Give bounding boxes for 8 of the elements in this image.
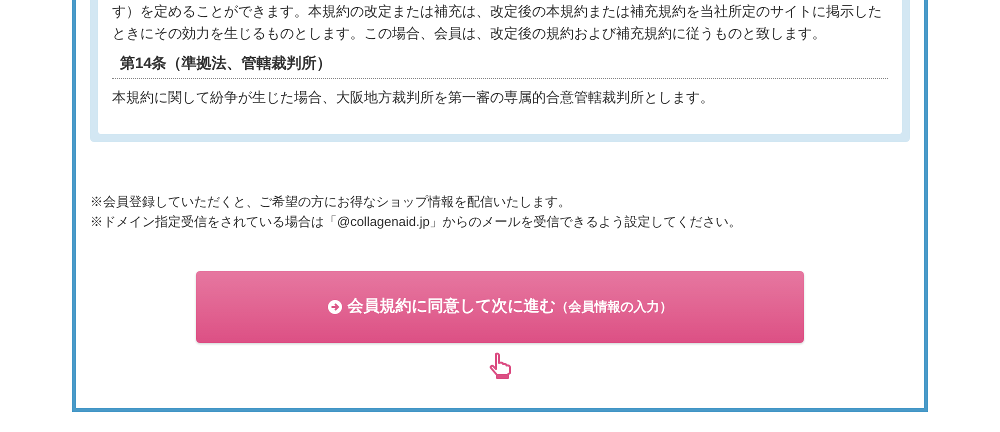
note-text: ※会員登録していただくと、ご希望の方にお得なショップ情報を配信いたします。 [90, 193, 572, 211]
article-heading: 第14条（準拠法、管轄裁判所） [119, 54, 333, 74]
note-text: ※ドメイン指定受信をされている場合は「@collagenaid.jp」からのメールを受信できるよう設定してください。 [90, 213, 743, 231]
arrow-circle-icon [328, 300, 342, 314]
pointing-hand-icon [487, 352, 513, 380]
terms-paragraph: す）を定めることができます。本規約の改定または補充は、改定後の本規約または補充規約を当社所定のサイトに掲示したときにその効力を生じるものとします。この場合、会員は、改定後の規約および補充規約に従うものと致します。 [112, 2, 883, 43]
article-body: 本規約に関して紛争が生じた場合、大阪地方裁判所を第一審の専属的合意管轄裁判所とします。 [112, 88, 715, 107]
agree-button[interactable]: 会員規約に同意して次に進む（会員情報の入力） [196, 271, 804, 343]
